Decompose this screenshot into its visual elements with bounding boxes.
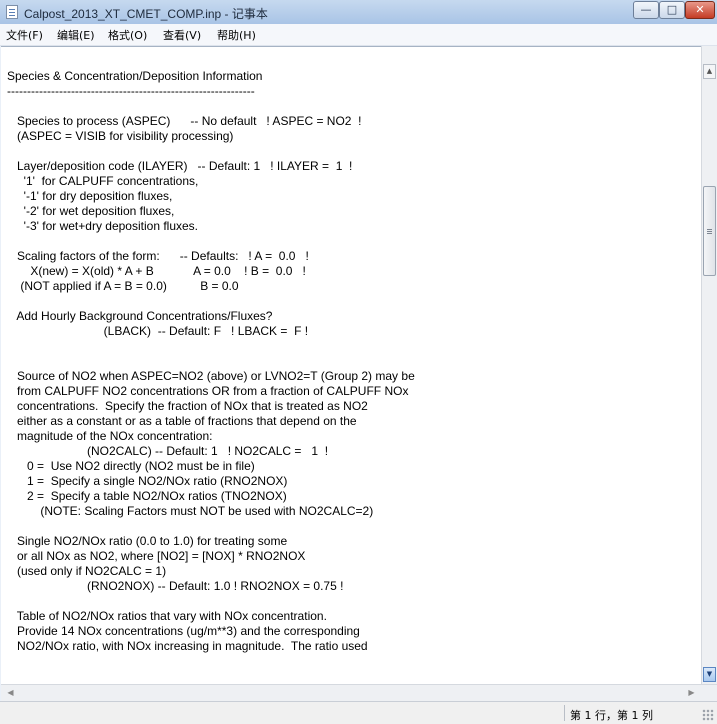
text-line: 2 = Specify a table NO2/NOx ratios (TNO2… [7,489,287,503]
text-line: Provide 14 NOx concentrations (ug/m**3) … [7,624,360,638]
text-line: concentrations. Specify the fraction of … [7,399,368,413]
text-line: '-2' for wet deposition fluxes, [7,204,175,218]
text-line: Table of NO2/NOx ratios that vary with N… [7,609,327,623]
menu-view[interactable]: 查看(V) [163,27,201,43]
scroll-left-arrow-icon[interactable]: ◀ [3,686,18,700]
cursor-position: 第 1 行，第 1 列 [570,709,653,722]
resize-grip-icon[interactable] [702,709,714,721]
vertical-scroll-thumb[interactable] [703,186,716,276]
menu-help[interactable]: 帮助(H) [217,27,256,43]
text-line: 1 = Specify a single NO2/NOx ratio (RNO2… [7,474,288,488]
text-line: NO2/NOx ratio, with NOx increasing in ma… [7,639,368,653]
status-separator [564,705,565,721]
text-line: either as a constant or as a table of fr… [7,414,357,428]
menu-edit[interactable]: 编辑(E) [57,27,95,43]
menu-format[interactable]: 格式(O) [108,27,147,43]
text-line: Layer/deposition code (ILAYER) -- Defaul… [7,159,353,173]
horizontal-scrollbar[interactable]: ◀ ▶ [1,684,717,701]
title-bar[interactable]: Calpost_2013_XT_CMET_COMP.inp - 记事本 — □ … [0,0,717,25]
text-line: (ASPEC = VISIB for visibility processing… [7,129,234,143]
text-line: (NOT applied if A = B = 0.0) B = 0.0 [7,279,239,293]
scroll-right-arrow-icon[interactable]: ▶ [684,686,699,700]
notepad-window: Calpost_2013_XT_CMET_COMP.inp - 记事本 — □ … [0,0,717,724]
text-line: (NOTE: Scaling Factors must NOT be used … [7,504,374,518]
window-title: Calpost_2013_XT_CMET_COMP.inp - 记事本 [24,7,268,21]
text-line: or all NOx as NO2, where [NO2] = [NOX] *… [7,549,306,563]
text-line: '1' for CALPUFF concentrations, [7,174,199,188]
text-line: Species to process (ASPEC) -- No default… [7,114,362,128]
text-line: (NO2CALC) -- Default: 1 ! NO2CALC = 1 ! [7,444,329,458]
notepad-app-icon[interactable] [6,5,18,19]
text-line: magnitude of the NOx concentration: [7,429,213,443]
maximize-button[interactable]: □ [659,1,685,19]
text-line: '-1' for dry deposition fluxes, [7,189,173,203]
text-line: X(new) = X(old) * A + B A = 0.0 ! B = 0.… [7,264,306,278]
menu-file[interactable]: 文件(F) [6,27,43,43]
text-line: from CALPUFF NO2 concentrations OR from … [7,384,409,398]
status-bar: 第 1 行，第 1 列 [0,701,717,724]
text-line: Single NO2/NOx ratio (0.0 to 1.0) for tr… [7,534,288,548]
text-line: '-3' for wet+dry deposition fluxes. [7,219,199,233]
scroll-down-arrow-icon[interactable]: ▼ [703,667,716,682]
text-line: Source of NO2 when ASPEC=NO2 (above) or … [7,369,415,383]
scroll-up-arrow-icon[interactable]: ▲ [703,64,716,79]
text-line: ----------------------------------------… [7,84,255,98]
minimize-button[interactable]: — [633,1,659,19]
text-line: Add Hourly Background Concentrations/Flu… [7,309,273,323]
text-line: 0 = Use NO2 directly (NO2 must be in fil… [7,459,255,473]
text-line: (RNO2NOX) -- Default: 1.0 ! RNO2NOX = 0.… [7,579,344,593]
text-line: Species & Concentration/Deposition Infor… [7,69,263,83]
text-line: Scaling factors of the form: -- Defaults… [7,249,309,263]
thumb-grip-icon [707,229,712,230]
vertical-scrollbar[interactable]: ▲ ▼ [701,46,717,684]
text-line: (used only if NO2CALC = 1) [7,564,167,578]
menu-bar: 文件(F) 编辑(E) 格式(O) 查看(V) 帮助(H) [0,24,717,46]
text-line: (LBACK) -- Default: F ! LBACK = F ! [7,324,309,338]
text-editor-area[interactable]: Species & Concentration/Deposition Infor… [1,46,701,685]
close-button[interactable]: ✕ [685,1,715,19]
